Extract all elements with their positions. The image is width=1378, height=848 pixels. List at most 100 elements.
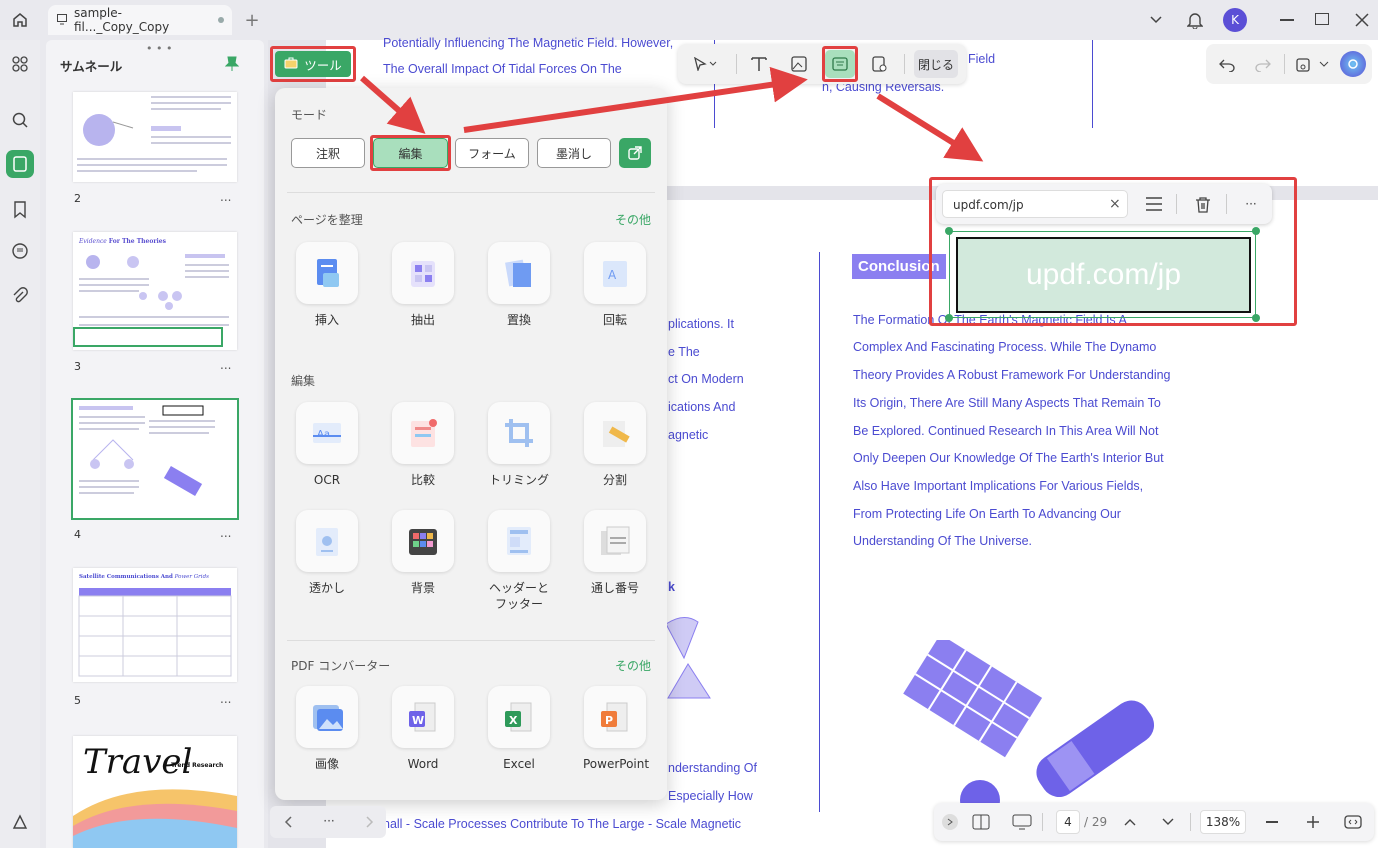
ocr-tool[interactable]: Aa OCR	[295, 402, 359, 488]
chevron-left-icon[interactable]	[278, 812, 298, 832]
convert-powerpoint-tool[interactable]: P PowerPoint	[583, 686, 649, 772]
resize-handle[interactable]	[1252, 314, 1260, 322]
chevron-right-icon[interactable]	[360, 812, 380, 832]
background-tool[interactable]: 背景	[391, 510, 455, 596]
thumb-more-button[interactable]: ...	[220, 190, 231, 204]
zoom-out-icon[interactable]	[1266, 821, 1278, 823]
tool-label: 抽出	[410, 313, 435, 327]
apps-grid-icon[interactable]	[6, 50, 34, 78]
fit-page-icon[interactable]	[1342, 812, 1364, 832]
image-tool-button[interactable]	[784, 50, 814, 78]
text-tool-button[interactable]	[744, 50, 774, 78]
thumbnail-page-6[interactable]: Travel Trend Research	[73, 736, 237, 848]
trash-icon[interactable]	[1192, 193, 1214, 215]
presentation-icon[interactable]	[1010, 812, 1034, 832]
bell-icon[interactable]	[1184, 9, 1206, 31]
convert-word-tool[interactable]: W Word	[391, 686, 455, 772]
resize-handle[interactable]	[945, 227, 953, 235]
mode-redact-button[interactable]: 墨消し	[537, 138, 611, 168]
bates-number-tool[interactable]: 通し番号	[583, 510, 647, 596]
divider	[287, 192, 655, 193]
mode-edit-button[interactable]: 編集	[373, 138, 448, 168]
thumbnail-page-4[interactable]	[71, 398, 239, 520]
select-tool-button[interactable]	[684, 50, 728, 78]
home-icon[interactable]	[8, 8, 32, 32]
header-footer-tool[interactable]: ヘッダーと フッター	[487, 510, 551, 612]
close-edit-button[interactable]: 閉じる	[914, 50, 958, 78]
tools-button[interactable]: ツール	[275, 51, 351, 77]
avatar[interactable]: K	[1223, 8, 1247, 32]
page-up-icon[interactable]	[1120, 812, 1140, 832]
thumbnail-page-2[interactable]	[73, 92, 237, 182]
edit-toolbar: 閉じる	[678, 44, 966, 84]
clear-input-button[interactable]: ×	[1109, 196, 1121, 212]
thumbnail-page-3[interactable]: Evidence For The Theories	[73, 232, 237, 350]
page-number-input[interactable]: 4	[1056, 810, 1080, 834]
thumbnail-page-5[interactable]: Satellite Communications And Power Grids	[73, 568, 237, 682]
link-tool-button[interactable]	[825, 50, 855, 78]
rotate-tool[interactable]: A 回転	[583, 242, 647, 328]
page-5-preview	[78, 588, 232, 677]
maximize-icon[interactable]	[1315, 13, 1329, 25]
cursor-icon	[694, 57, 717, 71]
insert-tool[interactable]: 挿入	[295, 242, 359, 328]
convert-image-tool[interactable]: 画像	[295, 686, 359, 772]
document-tab[interactable]: sample-fil..._Copy_Copy	[48, 5, 232, 35]
page-layout-icon[interactable]	[970, 812, 992, 832]
crop-page-tool-button[interactable]	[864, 50, 894, 78]
undo-icon[interactable]	[1216, 54, 1238, 76]
bookmark-icon[interactable]	[6, 196, 34, 224]
bar-divider	[1190, 813, 1191, 831]
popup-more-button[interactable]: ···	[1236, 193, 1266, 215]
zoom-in-icon[interactable]	[1304, 813, 1322, 831]
compare-tool[interactable]: 比較	[391, 402, 455, 488]
redo-icon[interactable]	[1252, 54, 1274, 76]
mode-form-button[interactable]: フォーム	[455, 138, 529, 168]
zoom-level[interactable]: 138%	[1200, 810, 1246, 834]
search-icon[interactable]	[6, 106, 34, 134]
ai-assistant-icon[interactable]	[1340, 51, 1366, 77]
crop-page-icon	[872, 56, 887, 72]
tool-label: 置換	[506, 313, 531, 327]
comment-icon[interactable]	[6, 238, 34, 266]
attachment-icon[interactable]	[6, 282, 34, 310]
toolbox-icon	[284, 56, 298, 72]
pin-icon[interactable]	[222, 54, 242, 74]
chevron-down-icon[interactable]	[1146, 10, 1166, 30]
drag-handle[interactable]: • • •	[146, 42, 172, 55]
convert-excel-tool[interactable]: X Excel	[487, 686, 551, 772]
save-icon[interactable]	[1292, 54, 1314, 76]
rotate-icon: A	[584, 242, 646, 304]
layers-icon[interactable]	[6, 808, 34, 836]
save-chevron-icon[interactable]	[1318, 58, 1330, 70]
organize-more-link[interactable]: その他	[615, 211, 651, 228]
collapse-icon[interactable]	[942, 814, 958, 830]
ocr-icon: Aa	[296, 402, 358, 464]
nav-more-button[interactable]: ···	[318, 810, 340, 832]
close-icon[interactable]	[1352, 10, 1372, 30]
watermark-tool[interactable]: 透かし	[295, 510, 359, 596]
replace-tool[interactable]: 置換	[487, 242, 551, 328]
thumbnail-panel-icon[interactable]	[6, 150, 34, 178]
thumb-more-button[interactable]: ...	[220, 358, 231, 372]
crop-tool[interactable]: トリミング	[487, 402, 551, 488]
page-down-icon[interactable]	[1158, 812, 1178, 832]
open-external-button[interactable]	[619, 138, 651, 168]
new-tab-button[interactable]: +	[240, 8, 264, 32]
tools-panel: モード 注釈 編集 フォーム 墨消し ページを整理 その他 挿入 抽出 置換 A…	[275, 88, 667, 800]
thumb-more-button[interactable]: ...	[220, 526, 231, 540]
tools-button-label: ツール	[304, 57, 342, 73]
conclusion-line: Understanding Of The Universe.	[853, 534, 1033, 548]
extract-tool[interactable]: 抽出	[391, 242, 455, 328]
convert-more-link[interactable]: その他	[615, 657, 651, 674]
mode-annotate-button[interactable]: 注釈	[291, 138, 365, 168]
watermark-selection[interactable]: updf.com/jp	[945, 227, 1260, 322]
minimize-icon[interactable]	[1280, 19, 1294, 21]
split-tool[interactable]: 分割	[583, 402, 647, 488]
background-icon	[392, 510, 454, 572]
resize-handle[interactable]	[945, 314, 953, 322]
thumb-more-button[interactable]: ...	[220, 692, 231, 706]
resize-handle[interactable]	[1252, 227, 1260, 235]
align-menu-icon[interactable]	[1142, 193, 1166, 215]
watermark-text-input[interactable]: updf.com/jp ×	[942, 190, 1128, 218]
